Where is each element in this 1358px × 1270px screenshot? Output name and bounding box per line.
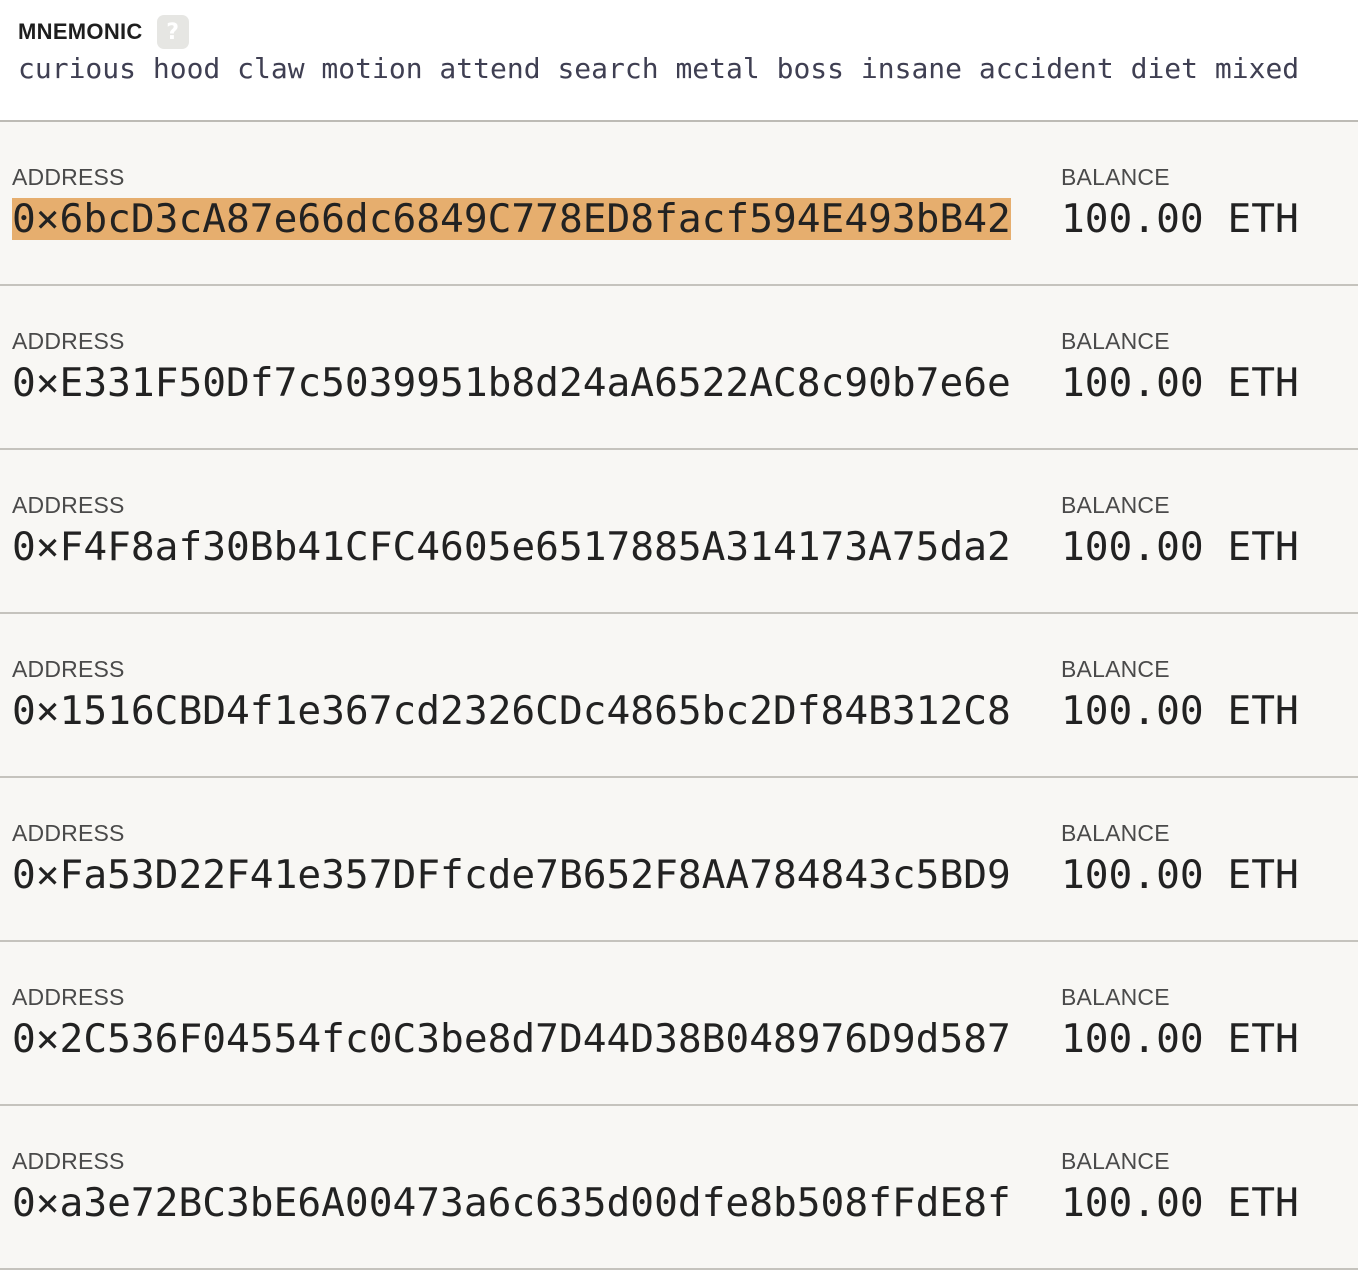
accounts-list: ADDRESS 0×6bcD3cA87e66dc6849C778ED8facf5… (0, 122, 1358, 1270)
account-balance: 100.00 ETH (1061, 852, 1299, 898)
account-address[interactable]: 0×a3e72BC3bE6A00473a6c635d00dfe8b508fFdE… (12, 1182, 1011, 1224)
balance-label: BALANCE (1061, 164, 1170, 190)
balance-label: BALANCE (1061, 820, 1170, 846)
balance-label: BALANCE (1061, 1148, 1170, 1174)
account-balance: 100.00 ETH (1061, 1180, 1299, 1226)
question-mark-icon[interactable]: ? (156, 15, 189, 49)
balance-label: BALANCE (1061, 656, 1170, 682)
account-row[interactable]: ADDRESS 0×2C536F04554fc0C3be8d7D44D38B04… (0, 942, 1358, 1106)
mnemonic-words: curious hood claw motion attend search m… (18, 52, 1300, 85)
balance-label: BALANCE (1061, 492, 1170, 518)
account-address[interactable]: 0×Fa53D22F41e357DFfcde7B652F8AA784843c5B… (12, 854, 1011, 896)
address-label: ADDRESS (12, 492, 125, 518)
mnemonic-label: MNEMONIC (18, 19, 143, 44)
address-label: ADDRESS (12, 328, 125, 354)
mnemonic-label-row: MNEMONIC ? (18, 14, 189, 50)
account-row[interactable]: ADDRESS 0×a3e72BC3bE6A00473a6c635d00dfe8… (0, 1106, 1358, 1270)
address-label: ADDRESS (12, 984, 125, 1010)
account-balance: 100.00 ETH (1061, 1016, 1299, 1062)
account-row[interactable]: ADDRESS 0×F4F8af30Bb41CFC4605e6517885A31… (0, 450, 1358, 614)
account-balance: 100.00 ETH (1061, 688, 1299, 734)
account-balance: 100.00 ETH (1061, 360, 1299, 406)
account-row[interactable]: ADDRESS 0×1516CBD4f1e367cd2326CDc4865bc2… (0, 614, 1358, 778)
mnemonic-panel: MNEMONIC ? curious hood claw motion atte… (0, 0, 1358, 122)
account-row[interactable]: ADDRESS 0×6bcD3cA87e66dc6849C778ED8facf5… (0, 122, 1358, 286)
account-balance: 100.00 ETH (1061, 524, 1299, 570)
account-address[interactable]: 0×F4F8af30Bb41CFC4605e6517885A314173A75d… (12, 526, 1011, 568)
balance-label: BALANCE (1061, 328, 1170, 354)
account-row[interactable]: ADDRESS 0×Fa53D22F41e357DFfcde7B652F8AA7… (0, 778, 1358, 942)
account-balance: 100.00 ETH (1061, 196, 1299, 242)
balance-label: BALANCE (1061, 984, 1170, 1010)
account-address[interactable]: 0×6bcD3cA87e66dc6849C778ED8facf594E493bB… (12, 198, 1011, 240)
address-label: ADDRESS (12, 164, 125, 190)
address-label: ADDRESS (12, 656, 125, 682)
account-row[interactable]: ADDRESS 0×E331F50Df7c5039951b8d24aA6522A… (0, 286, 1358, 450)
account-address[interactable]: 0×1516CBD4f1e367cd2326CDc4865bc2Df84B312… (12, 690, 1011, 732)
account-address[interactable]: 0×E331F50Df7c5039951b8d24aA6522AC8c90b7e… (12, 362, 1011, 404)
account-address[interactable]: 0×2C536F04554fc0C3be8d7D44D38B048976D9d5… (12, 1018, 1011, 1060)
address-label: ADDRESS (12, 1148, 125, 1174)
address-label: ADDRESS (12, 820, 125, 846)
